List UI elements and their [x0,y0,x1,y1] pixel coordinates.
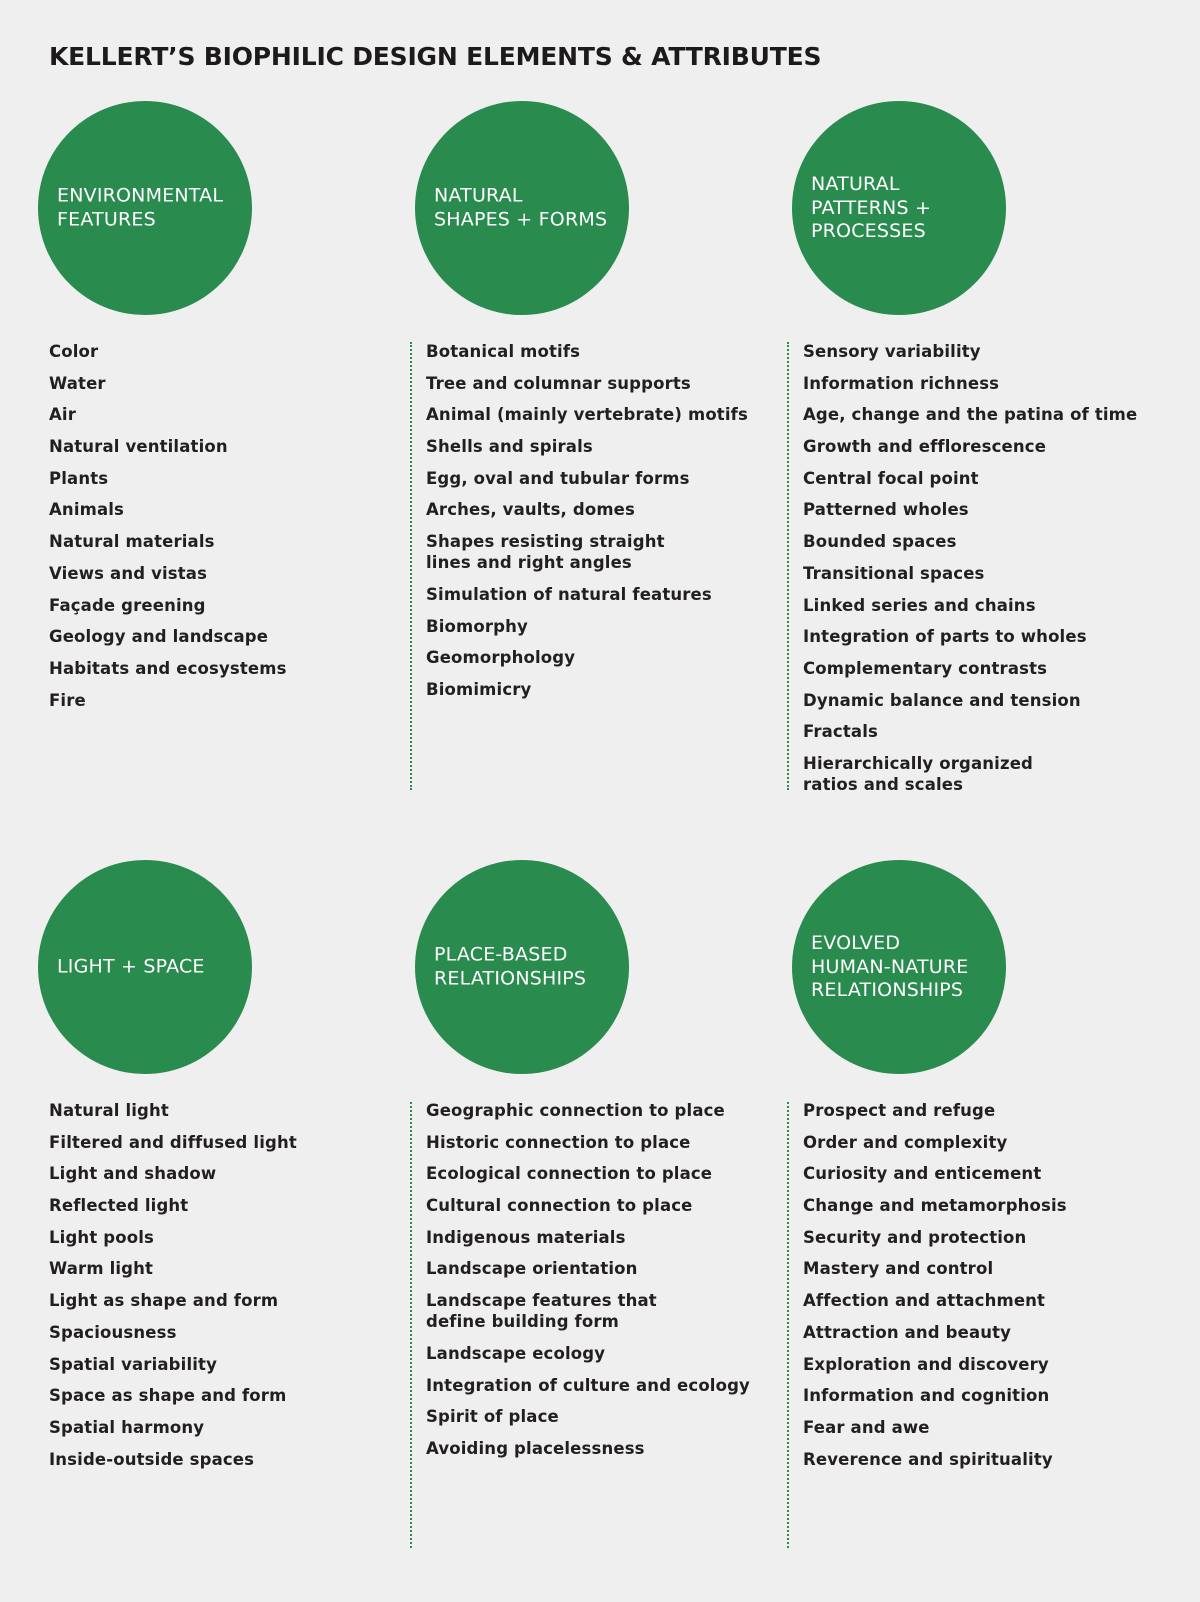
attribute-item: Space as shape and form [49,1386,287,1406]
attribute-item: Warm light [49,1259,154,1279]
attribute-item: Fractals [803,722,878,742]
attribute-item: Affection and attachment [803,1291,1046,1311]
attribute-item: Avoiding placelessness [426,1438,645,1458]
attribute-item: Ecological connection to place [426,1164,713,1184]
attribute-list: Sensory variability Information richness A… [803,341,1137,806]
attribute-item: Natural light [49,1101,169,1120]
attribute-item: Spatial variability [49,1354,217,1374]
attribute-list: Geographic connection to place Historic c… [426,1100,750,1470]
category-circle: LIGHT + SPACE [38,860,252,1074]
attribute-item: Natural ventilation [49,437,228,457]
attribute-item: Botanical motifs [426,342,581,361]
attribute-item: Natural materials [49,532,215,552]
attribute-item: Bounded spaces [803,532,957,552]
attribute-item: Order and complexity [803,1132,1008,1152]
attribute-item: Integration of culture and ecology [426,1375,750,1395]
attribute-item: Integration of parts to wholes [803,627,1087,647]
category-circle: ENVIRONMENTAL FEATURES [38,101,252,315]
category-label: LIGHT + SPACE [57,955,205,978]
attribute-item: Filtered and diffused light [49,1132,297,1152]
attribute-item: Façade greening [49,595,206,615]
attribute-item: Historic connection to place [426,1132,691,1152]
attribute-item: Spatial harmony [49,1417,205,1437]
attribute-list: Color Water Air Natural ventilation Plants An… [49,341,287,721]
attribute-item: Shapes resisting straight lines and righ… [426,532,665,573]
attribute-item: Light and shadow [49,1164,217,1184]
attribute-item: Fire [49,690,86,710]
attribute-item: Egg, oval and tubular forms [426,468,690,488]
category-label: EVOLVED HUMAN-NATURE RELATIONSHIPS [811,931,969,1001]
attribute-item: Biomorphy [426,616,528,636]
attribute-item: Reflected light [49,1196,189,1216]
attribute-item: Reverence and spirituality [803,1449,1053,1469]
attribute-item: Animal (mainly vertebrate) motifs [426,405,748,425]
attribute-item: Spirit of place [426,1407,559,1427]
category-label: PLACE-BASED RELATIONSHIPS [434,943,587,990]
category-circle: PLACE-BASED RELATIONSHIPS [415,860,629,1074]
column-divider [410,342,412,790]
category-label: NATURAL SHAPES + FORMS [434,184,608,231]
attribute-list: Natural light Filtered and diffused light… [49,1100,297,1480]
attribute-item: Landscape orientation [426,1259,638,1279]
attribute-item: Shells and spirals [426,437,593,457]
attribute-item: Sensory variability [803,342,981,361]
column-divider [410,1102,412,1548]
attribute-item: Hierarchically organized ratios and scal… [803,753,1033,794]
page-title: KELLERT’S BIOPHILIC DESIGN ELEMENTS & AT… [49,42,822,71]
attribute-item: Prospect and refuge [803,1101,996,1120]
attribute-item: Complementary contrasts [803,658,1048,678]
attribute-item: Landscape features that define building … [426,1291,657,1332]
attribute-item: Dynamic balance and tension [803,690,1081,710]
attribute-item: Arches, vaults, domes [426,500,635,520]
attribute-item: Tree and columnar supports [426,373,691,393]
attribute-item: Air [49,405,77,425]
attribute-item: Central focal point [803,468,979,488]
attribute-item: Indigenous materials [426,1227,626,1247]
attribute-item: Biomimicry [426,679,532,699]
column-divider [787,342,789,790]
attribute-list: Prospect and refuge Order and complexity C… [803,1100,1067,1480]
attribute-item: Patterned wholes [803,500,969,520]
attribute-item: Age, change and the patina of time [803,405,1138,425]
attribute-item: Geomorphology [426,648,576,668]
attribute-item: Inside-outside spaces [49,1449,255,1469]
attribute-item: Simulation of natural features [426,584,712,604]
attribute-item: Geology and landscape [49,627,269,647]
attribute-item: Animals [49,500,125,520]
attribute-item: Light as shape and form [49,1291,279,1311]
attribute-item: Curiosity and enticement [803,1164,1042,1184]
attribute-item: Landscape ecology [426,1343,606,1363]
category-circle: NATURAL SHAPES + FORMS [415,101,629,315]
attribute-item: Change and metamorphosis [803,1196,1067,1216]
attribute-item: Attraction and beauty [803,1322,1012,1342]
attribute-item: Geographic connection to place [426,1101,725,1120]
attribute-item: Views and vistas [49,563,208,583]
attribute-list: Botanical motifs Tree and columnar suppor… [426,341,748,711]
attribute-item: Plants [49,468,109,488]
attribute-item: Habitats and ecosystems [49,658,287,678]
attribute-item: Security and protection [803,1227,1027,1247]
attribute-item: Exploration and discovery [803,1354,1049,1374]
category-label: ENVIRONMENTAL FEATURES [57,184,224,231]
attribute-item: Color [49,342,99,361]
attribute-item: Information richness [803,373,1000,393]
category-label: NATURAL PATTERNS + PROCESSES [811,172,932,242]
attribute-item: Growth and efflorescence [803,437,1047,457]
attribute-item: Linked series and chains [803,595,1036,615]
column-divider [787,1102,789,1548]
attribute-item: Transitional spaces [803,563,985,583]
category-circle: EVOLVED HUMAN-NATURE RELATIONSHIPS [792,860,1006,1074]
attribute-item: Cultural connection to place [426,1196,693,1216]
attribute-item: Spaciousness [49,1322,177,1342]
category-circle: NATURAL PATTERNS + PROCESSES [792,101,1006,315]
attribute-item: Fear and awe [803,1417,930,1437]
attribute-item: Light pools [49,1227,154,1247]
attribute-item: Water [49,373,106,393]
attribute-item: Mastery and control [803,1259,994,1279]
attribute-item: Information and cognition [803,1386,1050,1406]
